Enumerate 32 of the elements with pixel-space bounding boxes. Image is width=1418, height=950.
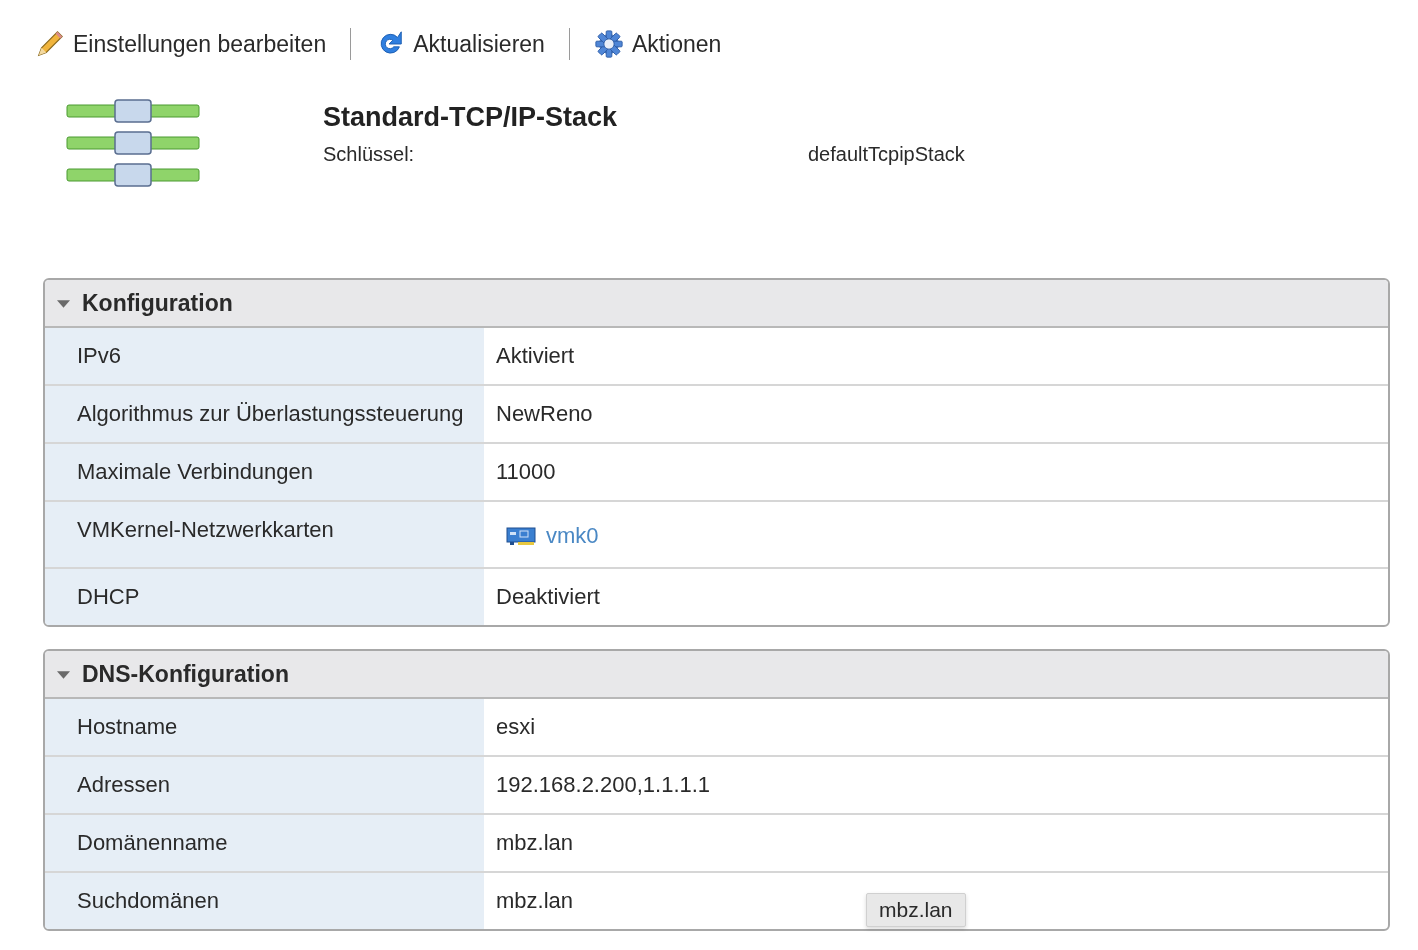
refresh-button[interactable]: Aktualisieren [371,29,549,59]
network-card-icon [506,526,536,546]
property-label: Algorithmus zur Überlastungssteuerung [45,386,484,442]
property-label: Adressen [45,757,484,813]
key-value: defaultTcpipStack [808,143,965,166]
settings-icon [593,29,624,59]
property-value: Aktiviert [496,343,575,368]
property-label: VMKernel-Netzwerkkarten [45,502,484,567]
tooltip: mbz.lan [866,893,966,927]
property-value: esxi [496,714,536,739]
property-value: mbz.lan [496,888,574,913]
property-value: NewReno [496,401,593,426]
nic-link[interactable]: vmk0 [546,520,599,552]
property-label: IPv6 [45,328,484,384]
key-label: Schlüssel: [323,143,416,166]
property-label: Maximale Verbindungen [45,444,484,500]
section-header[interactable]: DNS-Konfiguration [45,651,1388,699]
section-title: Konfiguration [82,289,233,317]
property-label: Suchdomänen [45,873,484,929]
object-title: Standard-TCP/IP-Stack [323,102,619,133]
actions-button[interactable]: Aktionen [589,29,726,59]
section-title: DNS-Konfiguration [82,660,289,688]
edit-settings-button[interactable]: Einstellungen bearbeiten [31,29,331,59]
property-value: Deaktiviert [496,584,600,609]
property-value: 11000 [496,459,556,484]
property-label: Hostname [45,699,484,755]
property-label: DHCP [45,569,484,625]
pencil-icon [35,29,65,59]
section-header[interactable]: Konfiguration [45,280,1388,328]
property-value: 192.168.2.200,1.1.1.1 [496,772,711,797]
property-label: Domänenname [45,815,484,871]
property-value: mbz.lan [496,830,574,855]
